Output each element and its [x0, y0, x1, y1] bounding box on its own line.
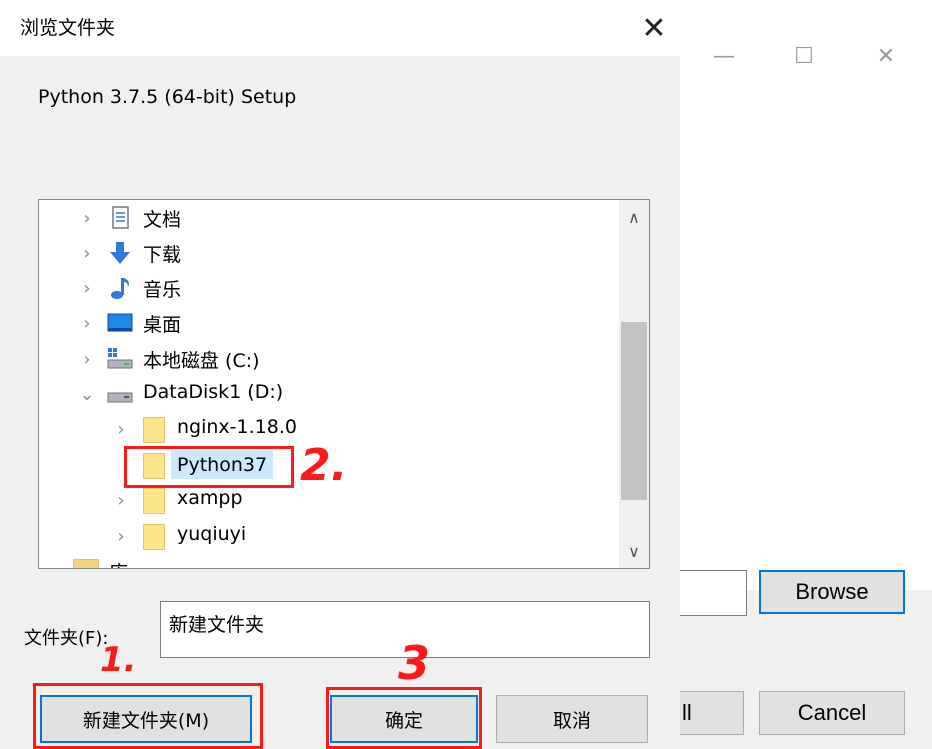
tree-item-label: xampp: [177, 487, 243, 509]
chevron-right-icon[interactable]: ›: [77, 306, 97, 340]
annotation-mark-3: 3: [398, 636, 431, 690]
tree-item-drive-d[interactable]: ⌄ DataDisk1 (D:): [39, 377, 617, 411]
tree-scrollbar[interactable]: ∧ ∨: [619, 200, 649, 568]
install-button[interactable]: ll: [674, 691, 744, 735]
browse-button[interactable]: Browse: [759, 570, 905, 614]
dialog-titlebar: 浏览文件夹 ✕: [0, 0, 680, 56]
tree-item-library[interactable]: › 库: [39, 554, 617, 569]
chevron-right-icon[interactable]: ›: [39, 554, 59, 569]
annotation-box-python37: [124, 446, 294, 488]
folder-icon: [143, 524, 165, 550]
chevron-down-icon[interactable]: ∨: [619, 534, 649, 568]
annotation-mark-2: 2.: [300, 440, 348, 491]
chevron-right-icon[interactable]: ›: [111, 412, 131, 446]
tree-item-desktop[interactable]: › 桌面: [39, 306, 617, 340]
installer-cancel-button[interactable]: Cancel: [759, 691, 905, 735]
annotation-mark-1: 1.: [100, 640, 137, 680]
dialog-description: Python 3.7.5 (64-bit) Setup: [38, 86, 297, 108]
tree-item-label: 音乐: [143, 279, 182, 301]
tree-item-yuqiuyi[interactable]: › yuqiuyi: [39, 519, 617, 553]
folder-icon: [143, 488, 165, 514]
chevron-right-icon[interactable]: ›: [77, 236, 97, 270]
tree-item-label: 下载: [143, 244, 182, 266]
maximize-icon[interactable]: ☐: [784, 36, 824, 76]
folder-icon: [143, 417, 165, 443]
drive-icon: [107, 392, 133, 403]
chevron-right-icon[interactable]: ›: [77, 201, 97, 235]
desktop-icon: [107, 313, 133, 332]
tree-item-downloads[interactable]: › 下载: [39, 236, 617, 270]
tree-item-drive-c[interactable]: › 本地磁盘 (C:): [39, 342, 617, 376]
browse-folder-dialog: 浏览文件夹 ✕ Python 3.7.5 (64-bit) Setup › 文档…: [0, 0, 680, 749]
document-icon: [112, 206, 129, 229]
library-icon: [73, 559, 99, 568]
installer-titlebar: — ☐ ✕: [674, 18, 932, 90]
installer-body: [674, 90, 932, 590]
chevron-up-icon[interactable]: ∧: [619, 200, 649, 234]
dialog-title: 浏览文件夹: [20, 17, 116, 39]
tree-item-label: 库: [109, 558, 128, 568]
chevron-right-icon[interactable]: ›: [77, 271, 97, 305]
chevron-right-icon[interactable]: ›: [111, 483, 131, 517]
install-path-input[interactable]: [674, 570, 747, 616]
cancel-button[interactable]: 取消: [496, 695, 648, 743]
tree-item-label: 本地磁盘 (C:): [143, 350, 260, 372]
scrollbar-thumb[interactable]: [621, 322, 647, 500]
tree-item-music[interactable]: › 音乐: [39, 271, 617, 305]
tree-item-label: nginx-1.18.0: [177, 416, 297, 438]
folder-tree[interactable]: › 文档 › 下载 › 音乐 › 桌面 › 本地磁盘 (C:) ⌄ DataDi…: [38, 199, 650, 569]
download-arrow-icon: [110, 242, 130, 264]
tree-item-label: 桌面: [143, 314, 182, 336]
installer-window: — ☐ ✕ Browse ll Cancel: [672, 18, 932, 749]
close-icon[interactable]: ✕: [632, 6, 676, 50]
tree-item-documents[interactable]: › 文档: [39, 201, 617, 235]
chevron-down-icon[interactable]: ⌄: [77, 377, 97, 411]
close-icon[interactable]: ✕: [866, 36, 906, 76]
folder-field-label: 文件夹(F):: [24, 628, 109, 649]
annotation-box-new-folder: [33, 683, 263, 749]
chevron-right-icon[interactable]: ›: [77, 342, 97, 376]
chevron-right-icon[interactable]: ›: [111, 519, 131, 553]
annotation-box-ok: [326, 687, 482, 749]
minimize-icon[interactable]: —: [704, 36, 744, 76]
tree-item-label: yuqiuyi: [177, 523, 247, 545]
system-drive-icon: [107, 348, 133, 369]
tree-item-label: DataDisk1 (D:): [143, 381, 284, 403]
tree-item-label: 文档: [143, 209, 182, 231]
music-note-icon: [111, 278, 129, 299]
